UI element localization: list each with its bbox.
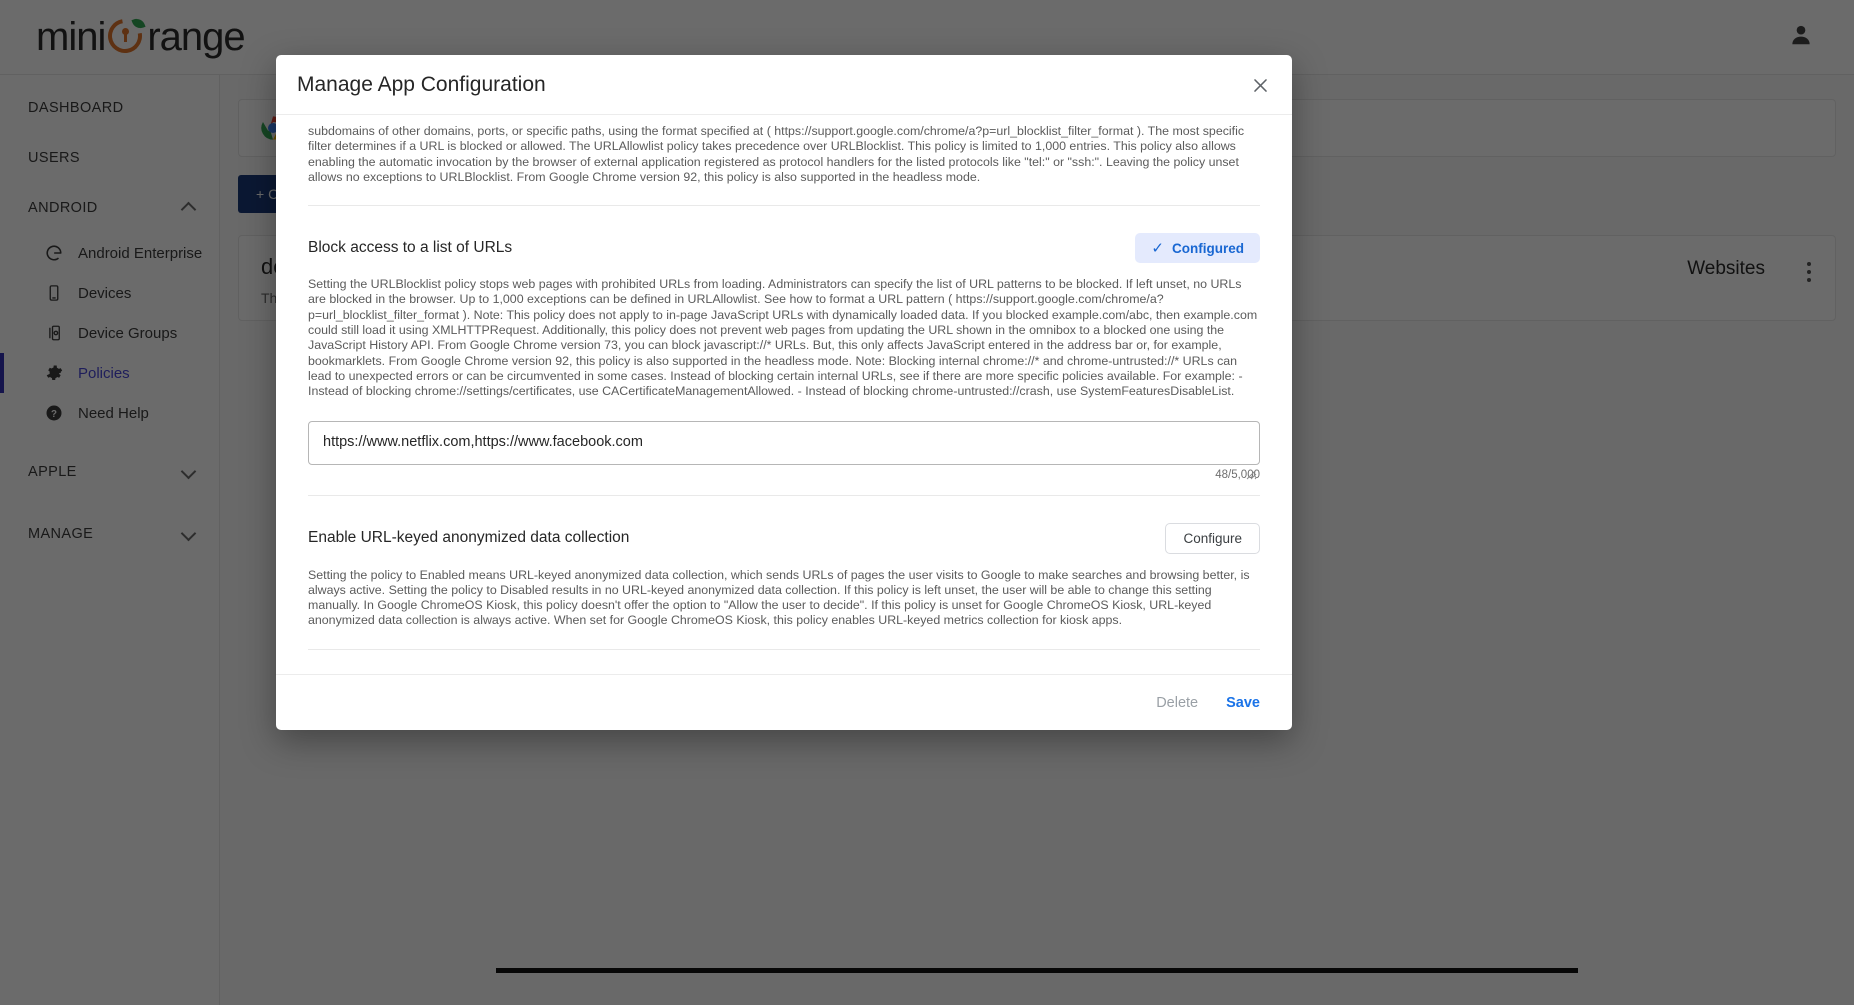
url-blocklist-field-wrap: 48/5,000 [308,400,1260,481]
dialog-footer: Delete Save [276,674,1292,730]
dialog-header: Manage App Configuration [276,55,1292,115]
configure-button[interactable]: Configure [1165,523,1260,554]
app-root: mini range DASHBOARD USERS ANDROID [0,0,1854,1005]
close-icon[interactable] [1244,69,1276,101]
section-title-block-urls: Block access to a list of URLs [308,239,512,257]
status-badge-label: Configured [1172,241,1244,256]
intro-paragraph: subdomains of other domains, ports, or s… [308,115,1260,185]
section-title-url-keyed: Enable URL-keyed anonymized data collect… [308,529,629,547]
dialog-title: Manage App Configuration [297,73,546,97]
status-badge-configured[interactable]: ✓ Configured [1135,233,1260,263]
url-blocklist-input[interactable] [308,421,1260,465]
check-icon: ✓ [1151,239,1164,257]
character-counter: 48/5,000 [308,465,1260,481]
divider [308,649,1260,650]
save-button[interactable]: Save [1226,695,1260,711]
section-description-url-keyed: Setting the policy to Enabled means URL-… [308,554,1260,629]
dialog-body[interactable]: subdomains of other domains, ports, or s… [276,115,1292,674]
section-description-block-urls: Setting the URLBlocklist policy stops we… [308,263,1260,399]
manage-app-configuration-dialog: Manage App Configuration subdomains of o… [276,55,1292,730]
delete-button[interactable]: Delete [1156,695,1198,711]
section-header-block-urls: Block access to a list of URLs ✓ Configu… [308,206,1260,263]
section-header-url-keyed: Enable URL-keyed anonymized data collect… [308,496,1260,554]
